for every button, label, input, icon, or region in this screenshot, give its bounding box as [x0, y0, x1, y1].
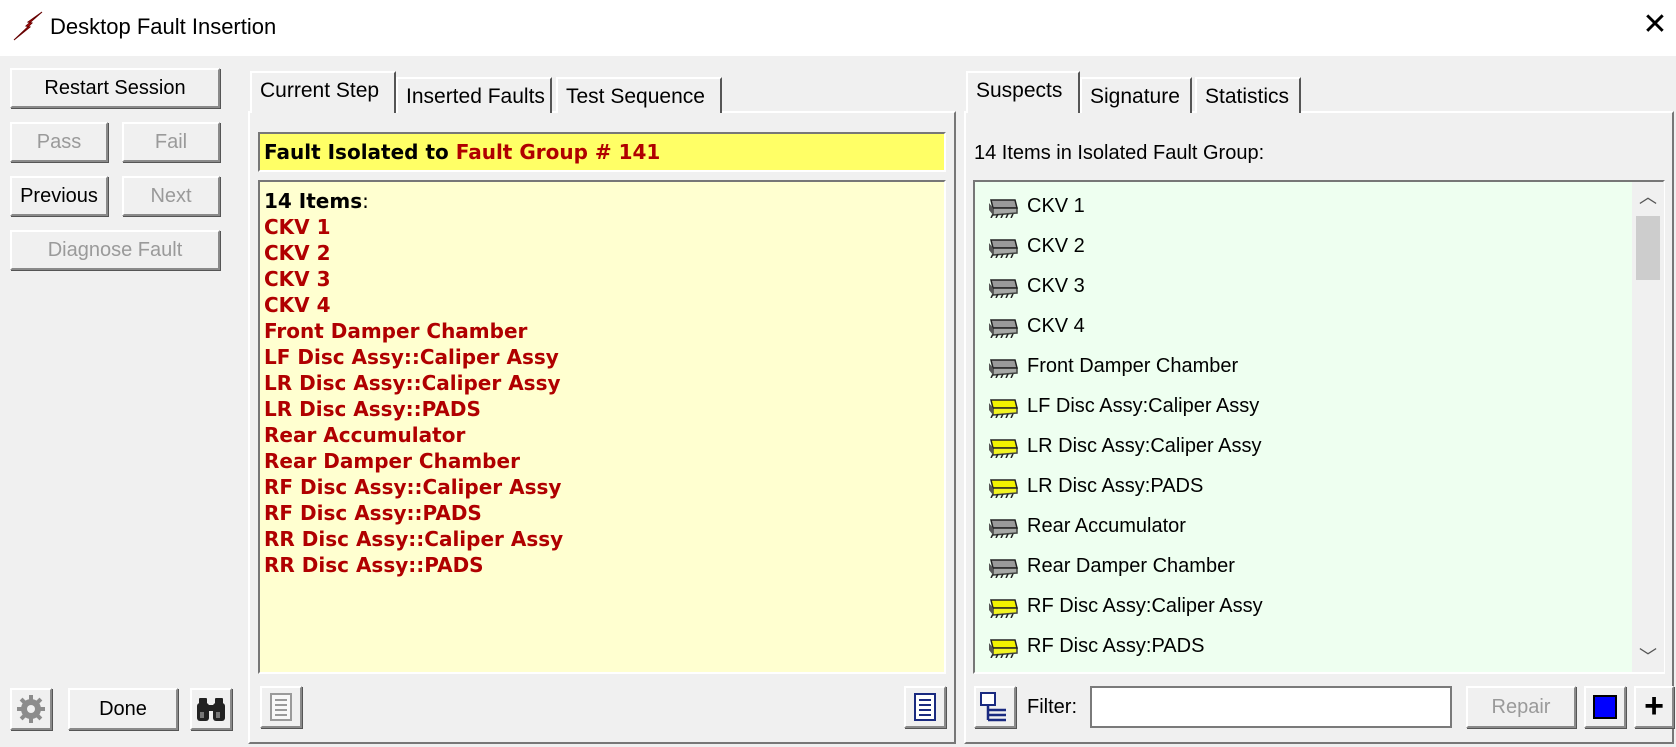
suspects-list: CKV 1 CKV 2 CKV 3 CKV 4 Front Damper Chamber…	[973, 180, 1665, 674]
component-chip-icon	[989, 559, 1018, 578]
tab-current-step[interactable]: Current Step	[250, 71, 396, 113]
list-item: Rear Damper Chamber	[264, 449, 520, 473]
lightning-bolt-icon	[13, 11, 43, 41]
component-chip-icon	[989, 599, 1018, 618]
list-item: RR Disc Assy::Caliper Assy	[264, 527, 564, 551]
previous-button[interactable]: Previous	[10, 176, 108, 216]
banner-fault-group: Fault Group # 141	[455, 140, 661, 164]
suspect-row[interactable]: LR Disc Assy:Caliper Assy	[985, 428, 1585, 464]
suspect-row[interactable]: RF Disc Assy:PADS	[985, 628, 1585, 664]
component-chip-icon	[989, 319, 1018, 338]
suspect-row[interactable]: CKV 4	[985, 308, 1585, 344]
list-item: LR Disc Assy::Caliper Assy	[264, 371, 561, 395]
color-swatch	[1593, 695, 1617, 719]
suspect-row[interactable]: LR Disc Assy:PADS	[985, 468, 1585, 504]
color-swatch-button[interactable]	[1584, 686, 1626, 728]
scroll-up-icon[interactable]: ︿	[1632, 182, 1664, 212]
binoculars-icon	[197, 698, 225, 721]
filter-input[interactable]	[1090, 686, 1452, 728]
scroll-thumb[interactable]	[1636, 216, 1660, 280]
suspect-label: Front Damper Chamber	[1027, 355, 1239, 377]
list-item: LF Disc Assy::Caliper Assy	[264, 345, 559, 369]
component-chip-icon	[989, 399, 1018, 418]
next-button[interactable]: Next	[122, 176, 220, 216]
suspect-row[interactable]: CKV 1	[985, 188, 1585, 224]
suspect-row[interactable]: Rear Accumulator	[985, 508, 1585, 544]
close-button[interactable]: ✕	[1640, 8, 1670, 42]
document-list-icon	[270, 693, 292, 721]
list-item: CKV 3	[264, 267, 331, 291]
list-item: Front Damper Chamber	[264, 319, 528, 343]
suspect-row[interactable]: Front Damper Chamber	[985, 348, 1585, 384]
items-colon: :	[362, 189, 369, 213]
window-title: Desktop Fault Insertion	[50, 14, 277, 39]
suspect-row[interactable]: Rear Damper Chamber	[985, 548, 1585, 584]
suspect-row[interactable]: CKV 3	[985, 268, 1585, 304]
component-chip-icon	[989, 439, 1018, 458]
view-list-button-right[interactable]	[904, 686, 946, 728]
tab-test-sequence[interactable]: Test Sequence	[556, 77, 722, 113]
fail-button[interactable]: Fail	[122, 122, 220, 162]
suspect-label: LR Disc Assy:PADS	[1027, 475, 1204, 497]
suspect-label: RF Disc Assy:PADS	[1027, 635, 1205, 657]
suspect-label: LF Disc Assy:Caliper Assy	[1027, 395, 1260, 417]
suspect-row[interactable]: RF Disc Assy:Caliper Assy	[985, 588, 1585, 624]
tree-view-button[interactable]	[974, 686, 1016, 728]
component-chip-icon	[989, 519, 1018, 538]
suspect-row[interactable]: LF Disc Assy:Caliper Assy	[985, 388, 1585, 424]
component-chip-icon	[989, 639, 1018, 658]
add-button[interactable]: +	[1634, 686, 1674, 728]
gear-icon	[17, 695, 45, 723]
binoculars-button[interactable]	[190, 688, 232, 730]
banner-prefix: Fault Isolated to	[264, 140, 456, 164]
title-bar: Desktop Fault Insertion ✕	[0, 0, 1676, 56]
fault-items-list: 14 Items: CKV 1 CKV 2 CKV 3 CKV 4 Front …	[258, 180, 946, 674]
tab-inserted-faults[interactable]: Inserted Faults	[396, 77, 552, 113]
tree-view-icon	[980, 692, 1006, 722]
list-item: RR Disc Assy::PADS	[264, 553, 484, 577]
list-item: RF Disc Assy::Caliper Assy	[264, 475, 562, 499]
list-item: CKV 4	[264, 293, 331, 317]
suspect-label: CKV 3	[1027, 275, 1085, 297]
component-chip-icon	[989, 199, 1018, 218]
items-count: 14 Items	[264, 189, 363, 213]
suspect-label: CKV 4	[1027, 315, 1085, 337]
component-chip-icon	[989, 239, 1018, 258]
suspect-row[interactable]: CKV 2	[985, 228, 1585, 264]
diagnose-fault-button[interactable]: Diagnose Fault	[10, 230, 220, 270]
list-item: LR Disc Assy::PADS	[264, 397, 481, 421]
tab-statistics[interactable]: Statistics	[1195, 77, 1301, 113]
suspect-label: RF Disc Assy:Caliper Assy	[1027, 595, 1263, 617]
suspect-label: CKV 2	[1027, 235, 1085, 257]
isolated-group-label: 14 Items in Isolated Fault Group:	[974, 142, 1265, 164]
fault-isolated-banner: Fault Isolated to Fault Group # 141	[258, 132, 946, 172]
list-item: CKV 1	[264, 215, 331, 239]
document-list-icon	[914, 693, 936, 721]
suspect-label: Rear Accumulator	[1027, 515, 1186, 537]
component-chip-icon	[989, 359, 1018, 378]
tab-signature[interactable]: Signature	[1080, 77, 1192, 113]
pass-button[interactable]: Pass	[10, 122, 108, 162]
list-item: RF Disc Assy::PADS	[264, 501, 482, 525]
suspect-label: CKV 1	[1027, 195, 1085, 217]
suspect-label: LR Disc Assy:Caliper Assy	[1027, 435, 1262, 457]
suspects-scrollbar[interactable]: ︿ ﹀	[1632, 182, 1664, 672]
scroll-down-icon[interactable]: ﹀	[1632, 642, 1664, 672]
filter-label: Filter:	[1027, 696, 1077, 718]
component-chip-icon	[989, 479, 1018, 498]
view-list-button-left[interactable]	[260, 686, 302, 728]
items-header: 14 Items:	[264, 188, 940, 214]
settings-button[interactable]	[10, 688, 52, 730]
list-item: CKV 2	[264, 241, 331, 265]
list-item: Rear Accumulator	[264, 423, 466, 447]
done-button[interactable]: Done	[68, 688, 178, 730]
tab-suspects[interactable]: Suspects	[966, 71, 1080, 113]
restart-session-button[interactable]: Restart Session	[10, 68, 220, 108]
repair-button[interactable]: Repair	[1466, 686, 1576, 728]
suspect-label: Rear Damper Chamber	[1027, 555, 1235, 577]
component-chip-icon	[989, 279, 1018, 298]
